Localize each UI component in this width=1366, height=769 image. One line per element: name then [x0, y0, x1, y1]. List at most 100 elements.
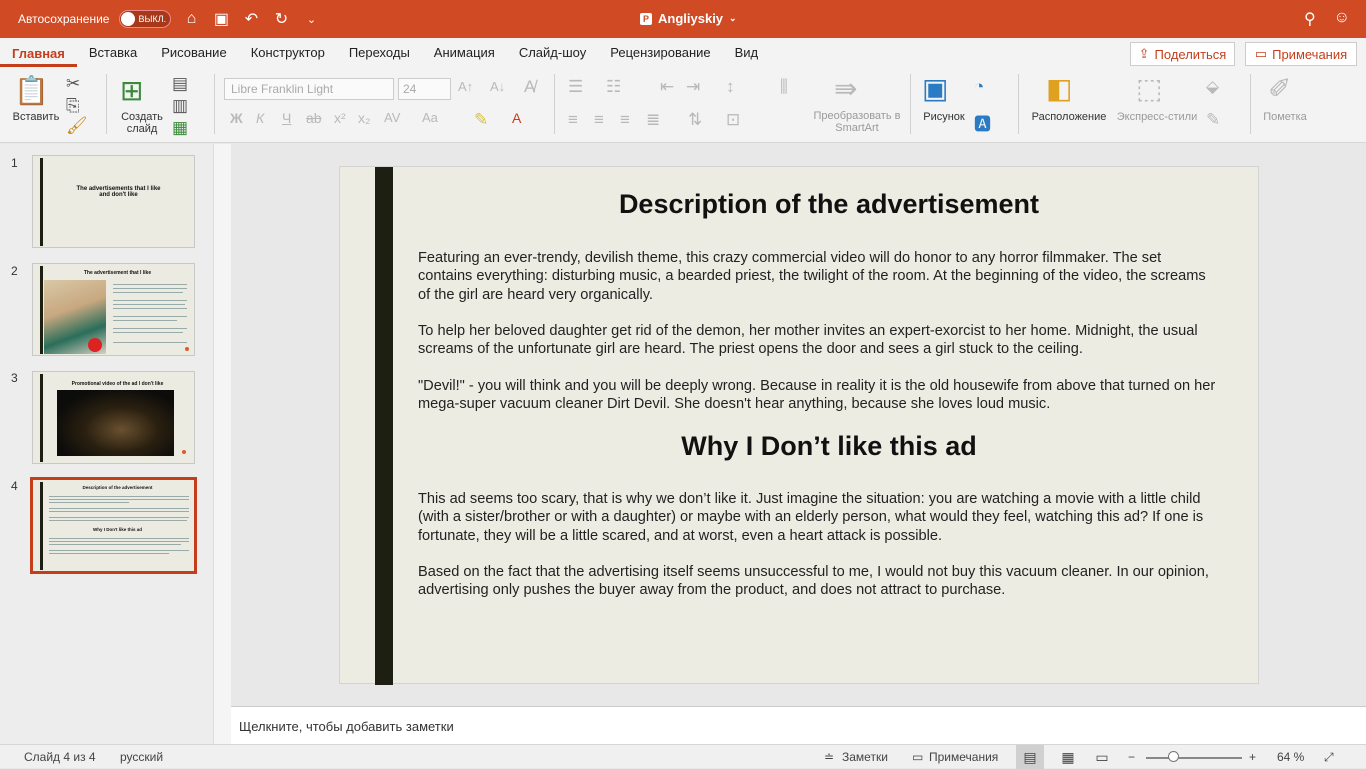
- autosave-toggle[interactable]: ВЫКЛ.: [119, 10, 172, 28]
- smartart-button-label[interactable]: Преобразовать в SmartArt: [808, 110, 906, 134]
- customize-toolbar-icon[interactable]: ⌄: [301, 13, 321, 26]
- increase-font-icon[interactable]: A↑: [458, 79, 473, 94]
- change-case-icon[interactable]: Aa: [422, 110, 438, 125]
- align-left-icon[interactable]: ≡: [568, 110, 578, 130]
- shape-outline-icon[interactable]: ✎: [1206, 110, 1220, 130]
- cut-icon[interactable]: ✂: [66, 74, 80, 94]
- char-spacing-icon[interactable]: AV: [384, 110, 400, 125]
- tab-view[interactable]: Вид: [723, 38, 771, 68]
- comments-toggle[interactable]: Примечания: [929, 750, 998, 764]
- zoom-level[interactable]: 64 %: [1277, 750, 1304, 764]
- zoom-slider-knob[interactable]: [1167, 751, 1179, 762]
- underline-icon[interactable]: Ч: [282, 110, 291, 126]
- textbox-icon[interactable]: 🅰: [974, 110, 991, 135]
- undo-icon[interactable]: ↶: [241, 9, 261, 29]
- comments-icon[interactable]: ▭: [912, 750, 923, 764]
- tab-slideshow[interactable]: Слайд-шоу: [507, 38, 598, 68]
- tab-design[interactable]: Конструктор: [239, 38, 337, 68]
- tab-animations[interactable]: Анимация: [422, 38, 507, 68]
- font-color-icon[interactable]: A: [512, 110, 521, 126]
- section-icon[interactable]: ▦: [172, 118, 188, 138]
- align-right-icon[interactable]: ≡: [620, 110, 630, 130]
- increase-indent-icon[interactable]: ⇥: [686, 77, 700, 97]
- slide-paragraph-2[interactable]: To help her beloved daughter get rid of …: [418, 322, 1218, 359]
- slide-paragraph-3[interactable]: "Devil!" - you will think and you will b…: [418, 377, 1218, 414]
- font-name-field[interactable]: Libre Franklin Light: [224, 78, 394, 100]
- new-slide-button-label[interactable]: Создать слайд: [114, 111, 170, 135]
- decrease-indent-icon[interactable]: ⇤: [660, 77, 674, 97]
- feedback-smiley-icon[interactable]: ☺: [1334, 9, 1350, 29]
- slide-thumbnail-4[interactable]: Description of the advertisement Why I D…: [30, 477, 197, 574]
- slide-paragraph-5[interactable]: Based on the fact that the advertising i…: [418, 563, 1218, 600]
- highlight-color-icon[interactable]: ✎: [474, 110, 488, 130]
- numbering-icon[interactable]: ☷: [606, 77, 621, 97]
- text-direction-icon[interactable]: ⇅: [688, 110, 702, 130]
- paste-icon[interactable]: 📋: [14, 74, 49, 107]
- align-text-icon[interactable]: ⊡: [726, 110, 740, 130]
- toggle-knob: [121, 12, 136, 26]
- align-center-icon[interactable]: ≡: [594, 110, 604, 130]
- slide-heading-why[interactable]: Why I Don’t like this ad: [400, 431, 1258, 462]
- reading-view-icon[interactable]: ▭: [1088, 745, 1116, 769]
- thumbnails-scrollbar[interactable]: [213, 144, 231, 744]
- slide-thumbnail-1[interactable]: The advertisements that I like and don't…: [32, 155, 195, 248]
- search-icon[interactable]: ⚲: [1304, 9, 1316, 29]
- slide-thumbnail-3[interactable]: Promotional video of the ad I don't like: [32, 371, 195, 464]
- clear-format-icon[interactable]: A̸: [524, 77, 535, 97]
- tab-review[interactable]: Рецензирование: [598, 38, 722, 68]
- current-slide[interactable]: Description of the advertisement Featuri…: [339, 166, 1259, 685]
- notes-icon[interactable]: ≐: [824, 750, 834, 764]
- zoom-slider[interactable]: [1146, 757, 1242, 759]
- normal-view-icon[interactable]: ▤: [1016, 745, 1044, 769]
- quick-styles-icon[interactable]: ⬚: [1136, 72, 1162, 105]
- copy-icon[interactable]: ⎘: [66, 96, 80, 116]
- new-slide-icon[interactable]: ⊞: [120, 74, 143, 107]
- slide-paragraph-1[interactable]: Featuring an ever-trendy, devilish theme…: [418, 249, 1218, 304]
- fit-to-window-icon[interactable]: ⤢: [1324, 750, 1334, 765]
- language-indicator[interactable]: русский: [120, 750, 163, 764]
- document-title[interactable]: P Angliyskiy ⌄: [640, 11, 737, 26]
- superscript-icon[interactable]: x²: [334, 110, 346, 126]
- decrease-font-icon[interactable]: A↓: [490, 79, 505, 94]
- font-size-field[interactable]: 24: [398, 78, 451, 100]
- strikethrough-icon[interactable]: ab: [306, 110, 322, 126]
- shapes-icon[interactable]: ◔: [974, 77, 984, 97]
- slide-thumbnail-2[interactable]: The advertisement that I like: [32, 263, 195, 356]
- notes-toggle[interactable]: Заметки: [842, 750, 888, 764]
- slide-sorter-icon[interactable]: ▦: [1054, 745, 1082, 769]
- format-painter-icon[interactable]: 🖌: [66, 116, 88, 136]
- slide-heading-description[interactable]: Description of the advertisement: [400, 189, 1258, 220]
- italic-icon[interactable]: К: [256, 110, 264, 126]
- picture-icon[interactable]: ▣: [922, 72, 948, 105]
- zoom-out-icon[interactable]: −: [1128, 750, 1135, 764]
- designer-button-label[interactable]: Пометка: [1256, 111, 1314, 123]
- tab-transitions[interactable]: Переходы: [337, 38, 422, 68]
- tab-draw[interactable]: Рисование: [149, 38, 238, 68]
- shape-fill-icon[interactable]: ⬙: [1206, 77, 1219, 97]
- smartart-icon[interactable]: ⇛: [834, 72, 857, 105]
- home-icon[interactable]: ⌂: [181, 10, 201, 28]
- bullets-icon[interactable]: ☰: [568, 77, 583, 97]
- layout-icon[interactable]: ▤: [172, 74, 188, 94]
- arrange-icon[interactable]: ◧: [1046, 72, 1072, 105]
- zoom-in-icon[interactable]: +: [1249, 750, 1256, 764]
- justify-icon[interactable]: ≣: [646, 110, 660, 130]
- comments-button[interactable]: ▭ Примечания: [1245, 42, 1357, 66]
- reset-icon[interactable]: ▥: [172, 96, 188, 116]
- notes-field[interactable]: Щелкните, чтобы добавить заметки: [231, 706, 1366, 744]
- share-button[interactable]: ⇪ Поделиться: [1130, 42, 1235, 66]
- slide-paragraph-4[interactable]: This ad seems too scary, that is why we …: [418, 490, 1218, 545]
- designer-icon[interactable]: ✐: [1268, 72, 1291, 105]
- tab-home[interactable]: Главная: [0, 39, 77, 67]
- quick-styles-button-label[interactable]: Экспресс-стили: [1110, 111, 1204, 123]
- bold-icon[interactable]: Ж: [230, 110, 243, 126]
- redo-icon[interactable]: ↻: [271, 9, 291, 29]
- columns-icon[interactable]: ⫼: [780, 77, 788, 97]
- arrange-button-label[interactable]: Расположение: [1024, 111, 1114, 123]
- line-spacing-icon[interactable]: ↕: [726, 77, 735, 97]
- picture-button-label[interactable]: Рисунок: [916, 111, 972, 123]
- subscript-icon[interactable]: x₂: [358, 110, 370, 126]
- save-icon[interactable]: ▣: [211, 9, 231, 29]
- paste-button-label[interactable]: Вставить: [8, 111, 64, 123]
- tab-insert[interactable]: Вставка: [77, 38, 149, 68]
